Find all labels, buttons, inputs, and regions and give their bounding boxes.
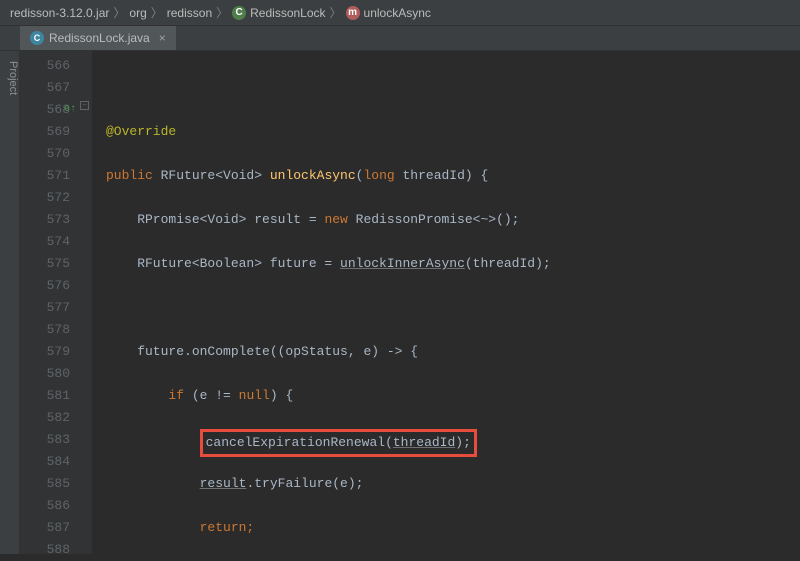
line-number: 576 — [24, 275, 70, 297]
close-icon[interactable]: × — [159, 31, 166, 45]
line-number: 579 — [24, 341, 70, 363]
fold-marker-icon[interactable]: − — [80, 101, 89, 110]
breadcrumb-class[interactable]: RedissonLock — [250, 6, 325, 20]
chevron-right-icon: 〉 — [330, 4, 342, 21]
chevron-right-icon: 〉 — [113, 4, 125, 21]
chevron-right-icon: 〉 — [151, 4, 163, 21]
line-number: 568o↑ — [24, 99, 70, 121]
line-number: 581 — [24, 385, 70, 407]
line-number: 588 — [24, 539, 70, 561]
line-number: 572 — [24, 187, 70, 209]
line-number: 582 — [24, 407, 70, 429]
breadcrumb-jar[interactable]: redisson-3.12.0.jar — [10, 6, 109, 20]
java-class-icon: C — [30, 31, 44, 45]
breadcrumb-pkg2[interactable]: redisson — [167, 6, 212, 20]
line-number: 569 — [24, 121, 70, 143]
breadcrumb[interactable]: redisson-3.12.0.jar 〉 org 〉 redisson 〉 C… — [0, 0, 800, 26]
line-number: 587 — [24, 517, 70, 539]
breadcrumb-method[interactable]: unlockAsync — [364, 6, 431, 20]
override-marker-icon[interactable]: o↑ — [64, 99, 76, 121]
fold-gutter[interactable]: − — [78, 51, 92, 554]
line-number: 574 — [24, 231, 70, 253]
tab-filename: RedissonLock.java — [49, 31, 150, 45]
line-number: 585 — [24, 473, 70, 495]
editor: Project 566 567 568o↑ 569 570 571 572 57… — [0, 51, 800, 554]
line-number: 570 — [24, 143, 70, 165]
line-number: 575 — [24, 253, 70, 275]
class-icon: C — [232, 6, 246, 20]
code-area[interactable]: @Override public RFuture<Void> unlockAsy… — [92, 51, 800, 554]
line-number: 583 — [24, 429, 70, 451]
project-tool-button[interactable]: Project — [0, 51, 20, 554]
chevron-right-icon: 〉 — [216, 4, 228, 21]
highlighted-call-1: cancelExpirationRenewal(threadId); — [200, 429, 477, 457]
line-gutter[interactable]: 566 567 568o↑ 569 570 571 572 573 574 57… — [20, 51, 78, 554]
line-number: 577 — [24, 297, 70, 319]
line-number: 578 — [24, 319, 70, 341]
line-number: 573 — [24, 209, 70, 231]
line-number: 580 — [24, 363, 70, 385]
tab-file[interactable]: C RedissonLock.java × — [20, 26, 176, 50]
method-icon: m — [346, 6, 360, 20]
line-number: 567 — [24, 77, 70, 99]
breadcrumb-pkg1[interactable]: org — [129, 6, 146, 20]
editor-tabs: C RedissonLock.java × — [0, 26, 800, 51]
line-number: 566 — [24, 55, 70, 77]
line-number: 586 — [24, 495, 70, 517]
line-number: 584 — [24, 451, 70, 473]
line-number: 571 — [24, 165, 70, 187]
